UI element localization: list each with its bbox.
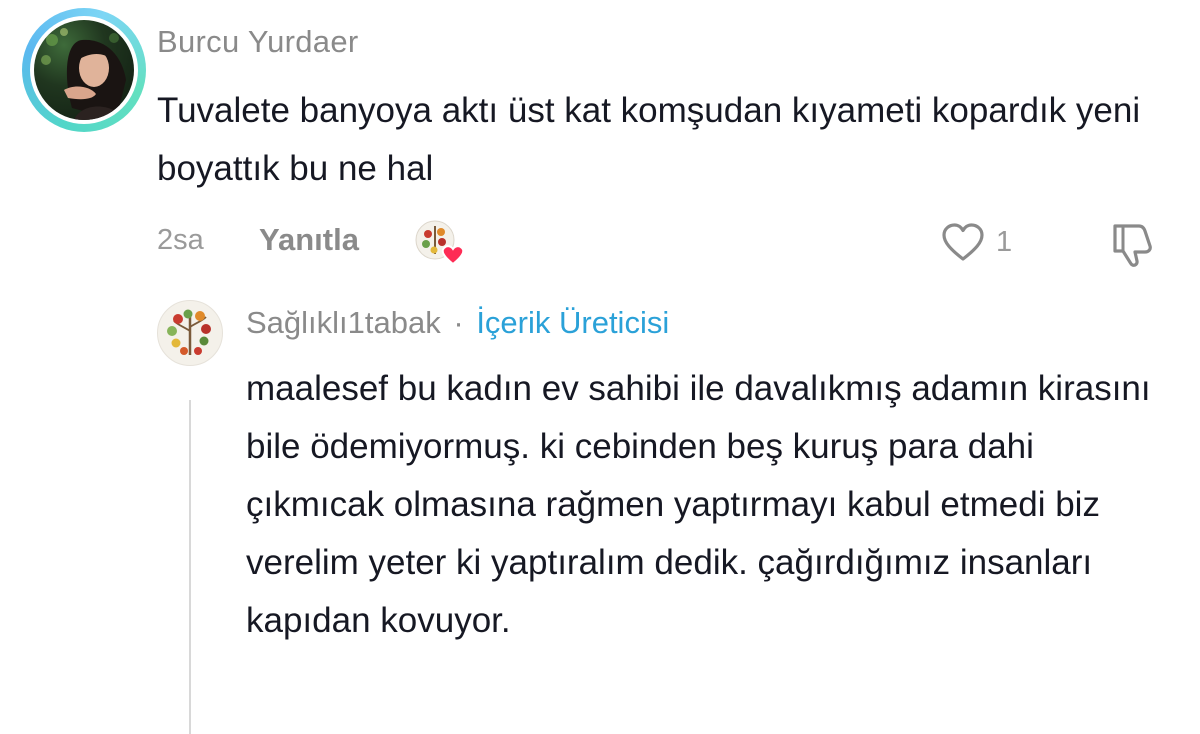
avatar-photo <box>34 20 134 120</box>
reply-button[interactable]: Yanıtla <box>259 222 359 258</box>
comment-text: Tuvalete banyoya aktı üst kat komşudan k… <box>157 91 1141 188</box>
comment-thread: Burcu Yurdaer Tuvalete banyoya aktı üst … <box>0 0 1200 734</box>
like-button[interactable]: 1 <box>940 220 1030 266</box>
reply-text: maalesef bu kadın ev sahibi ile davalıkm… <box>246 369 1151 640</box>
creator-liked-heart-icon <box>415 220 465 266</box>
reply-thread-line <box>189 400 191 734</box>
dislike-button[interactable] <box>1107 218 1159 268</box>
like-count: 1 <box>996 226 1013 258</box>
comment-actions: 2sa Yanıtla 1 <box>157 218 1187 268</box>
creator-badge: İçerik Üreticisi <box>476 305 670 340</box>
commenter-avatar[interactable] <box>22 8 146 132</box>
avatar-portrait-icon <box>41 28 126 120</box>
creator-liked-indicator <box>415 218 467 268</box>
fruit-tree-logo-icon <box>167 309 211 355</box>
commenter-username[interactable]: Burcu Yurdaer <box>157 24 359 60</box>
header-separator: · <box>453 305 464 340</box>
creator-avatar[interactable] <box>157 300 223 366</box>
heart-outline-icon <box>942 223 984 261</box>
thumbs-down-icon <box>1113 224 1152 267</box>
reply-username[interactable]: Sağlıklı1tabak <box>246 305 441 340</box>
comment-timestamp: 2sa <box>157 224 204 256</box>
reply-header: Sağlıklı1tabak · İçerik Üreticisi <box>246 305 669 341</box>
